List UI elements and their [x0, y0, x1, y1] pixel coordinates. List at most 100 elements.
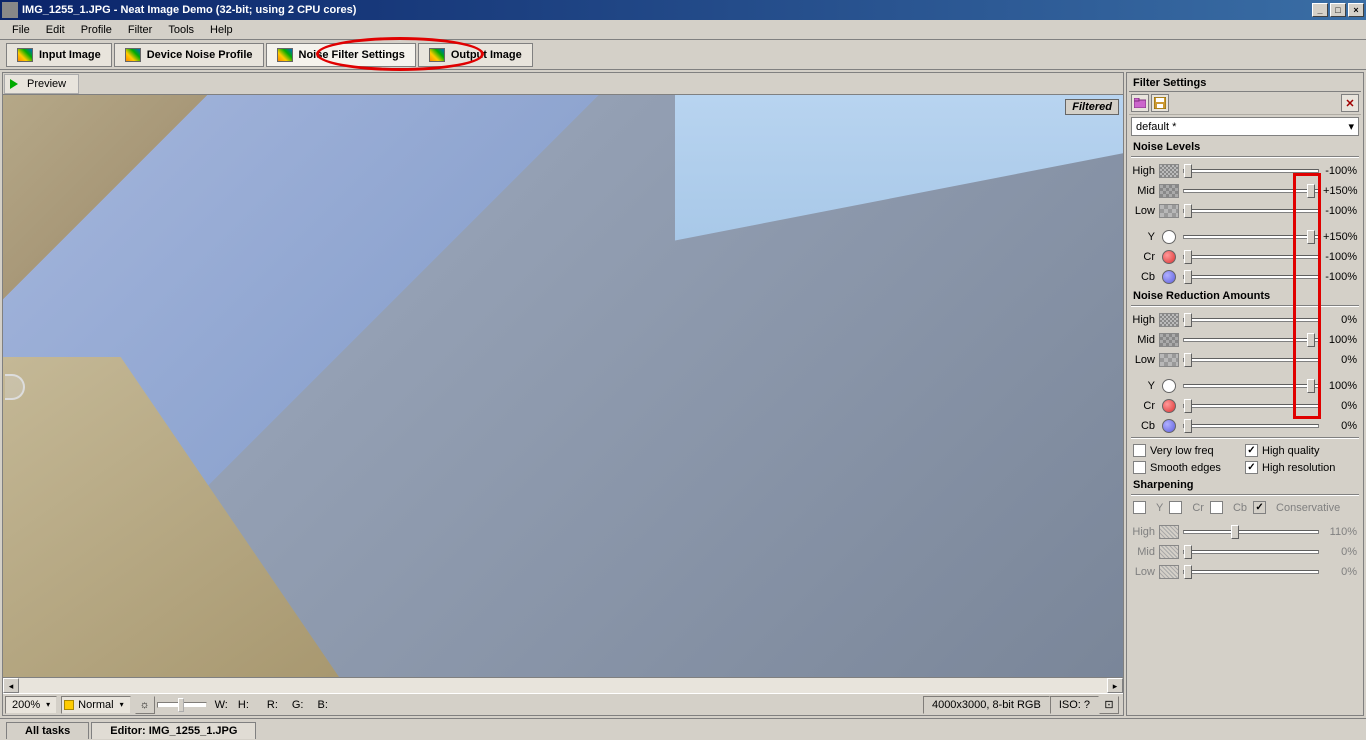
level-cr-slider[interactable] [1183, 255, 1319, 259]
filtered-badge: Filtered [1065, 99, 1119, 115]
zoom-combo[interactable]: 200% [5, 696, 57, 714]
output-icon [429, 48, 445, 62]
sharp-low-value: 0% [1323, 566, 1359, 578]
freq-high-icon [1159, 164, 1179, 178]
chevron-down-icon: ▾ [1348, 120, 1354, 133]
g-label: G: [292, 699, 304, 711]
noise-levels-header: Noise Levels [1129, 138, 1361, 155]
tab-device-noise-profile[interactable]: Device Noise Profile [114, 43, 264, 67]
fit-button[interactable]: ⊡ [1099, 696, 1119, 714]
reset-preset-button[interactable]: ✕ [1341, 94, 1359, 112]
preset-dropdown[interactable]: default *▾ [1131, 117, 1359, 136]
reduct-y-slider[interactable] [1183, 384, 1319, 388]
reduct-y-value: 100% [1323, 380, 1359, 392]
level-mid-slider[interactable] [1183, 189, 1319, 193]
tab-input-image[interactable]: Input Image [6, 43, 112, 67]
sharp-conservative-checkbox[interactable] [1253, 501, 1266, 514]
sharp-low-slider[interactable] [1183, 570, 1319, 574]
preview-image[interactable]: Filtered [3, 95, 1123, 677]
reduct-cr-value: 0% [1323, 400, 1359, 412]
level-cb-value: -100% [1323, 271, 1359, 283]
channel-cb-icon [1162, 419, 1176, 433]
task-tab-editor[interactable]: Editor: IMG_1255_1.JPG [91, 722, 256, 739]
reduct-cr-slider[interactable] [1183, 404, 1319, 408]
task-tab-all[interactable]: All tasks [6, 722, 89, 739]
close-button[interactable]: × [1348, 3, 1364, 17]
hatch-icon [1159, 525, 1179, 539]
preview-toolbar: Preview [3, 73, 1123, 95]
nav-left-handle[interactable] [5, 374, 25, 400]
b-label: B: [318, 699, 328, 711]
titlebar: IMG_1255_1.JPG - Neat Image Demo (32-bit… [0, 0, 1366, 20]
high-quality-checkbox[interactable] [1245, 444, 1258, 457]
brightness-button[interactable]: ☼ [135, 696, 155, 714]
menu-tools[interactable]: Tools [160, 22, 202, 38]
level-low-value: -100% [1323, 205, 1359, 217]
reduct-high-slider[interactable] [1183, 318, 1319, 322]
reduct-cb-slider[interactable] [1183, 424, 1319, 428]
sharp-high-slider[interactable] [1183, 530, 1319, 534]
level-high-slider[interactable] [1183, 169, 1319, 173]
level-low-slider[interactable] [1183, 209, 1319, 213]
reduct-low-slider[interactable] [1183, 358, 1319, 362]
very-low-freq-checkbox[interactable] [1133, 444, 1146, 457]
image-icon [17, 48, 33, 62]
hatch-icon [1159, 545, 1179, 559]
brightness-slider[interactable] [157, 702, 207, 708]
sharp-mid-slider[interactable] [1183, 550, 1319, 554]
sharp-mid-value: 0% [1323, 546, 1359, 558]
freq-low-icon [1159, 353, 1179, 367]
level-high-value: -100% [1323, 165, 1359, 177]
image-dimensions: 4000x3000, 8-bit RGB [923, 696, 1050, 714]
r-label: R: [267, 699, 278, 711]
freq-low-icon [1159, 204, 1179, 218]
save-preset-button[interactable] [1151, 94, 1169, 112]
reduct-high-value: 0% [1323, 314, 1359, 326]
reduct-mid-value: 100% [1323, 334, 1359, 346]
reduct-mid-slider[interactable] [1183, 338, 1319, 342]
channel-cb-icon [1162, 270, 1176, 284]
panel-title: Filter Settings [1133, 77, 1206, 89]
settings-icon [277, 48, 293, 62]
image-pane: Preview Filtered ◂ ▸ 200% Normal ☼ W: H:… [2, 72, 1124, 716]
sharp-cr-checkbox[interactable] [1169, 501, 1182, 514]
high-resolution-checkbox[interactable] [1245, 461, 1258, 474]
maximize-button[interactable]: □ [1330, 3, 1346, 17]
level-y-slider[interactable] [1183, 235, 1319, 239]
minimize-button[interactable]: _ [1312, 3, 1328, 17]
sharp-y-checkbox[interactable] [1133, 501, 1146, 514]
filter-settings-panel: Filter Settings ✕ default *▾ Noise Level… [1126, 72, 1364, 716]
tab-output-image[interactable]: Output Image [418, 43, 533, 67]
status-bar: 200% Normal ☼ W: H: R: G: B: 4000x3000, … [3, 693, 1123, 715]
viewmode-combo[interactable]: Normal [61, 696, 130, 714]
hatch-icon [1159, 565, 1179, 579]
level-cb-slider[interactable] [1183, 275, 1319, 279]
preview-button[interactable]: Preview [4, 74, 79, 94]
freq-mid-icon [1159, 184, 1179, 198]
titlebar-text: IMG_1255_1.JPG - Neat Image Demo (32-bit… [22, 4, 1310, 16]
scroll-left-icon[interactable]: ◂ [3, 678, 19, 693]
menu-profile[interactable]: Profile [73, 22, 120, 38]
menu-help[interactable]: Help [202, 22, 241, 38]
menu-file[interactable]: File [4, 22, 38, 38]
channel-cr-icon [1162, 250, 1176, 264]
task-tabs: All tasks Editor: IMG_1255_1.JPG [0, 718, 1366, 740]
freq-mid-icon [1159, 333, 1179, 347]
level-y-value: +150% [1323, 231, 1359, 243]
profile-icon [125, 48, 141, 62]
channel-y-icon [1162, 379, 1176, 393]
smooth-edges-checkbox[interactable] [1133, 461, 1146, 474]
open-preset-button[interactable] [1131, 94, 1149, 112]
scroll-right-icon[interactable]: ▸ [1107, 678, 1123, 693]
tab-noise-filter-settings[interactable]: Noise Filter Settings [266, 43, 416, 67]
menu-filter[interactable]: Filter [120, 22, 160, 38]
sharp-high-value: 110% [1323, 526, 1359, 538]
sharpening-header: Sharpening [1129, 476, 1361, 493]
sharp-cb-checkbox[interactable] [1210, 501, 1223, 514]
height-label: H: [238, 699, 249, 711]
width-label: W: [215, 699, 228, 711]
channel-y-icon [1162, 230, 1176, 244]
horizontal-scrollbar[interactable]: ◂ ▸ [3, 677, 1123, 693]
play-icon [9, 79, 19, 89]
menu-edit[interactable]: Edit [38, 22, 73, 38]
